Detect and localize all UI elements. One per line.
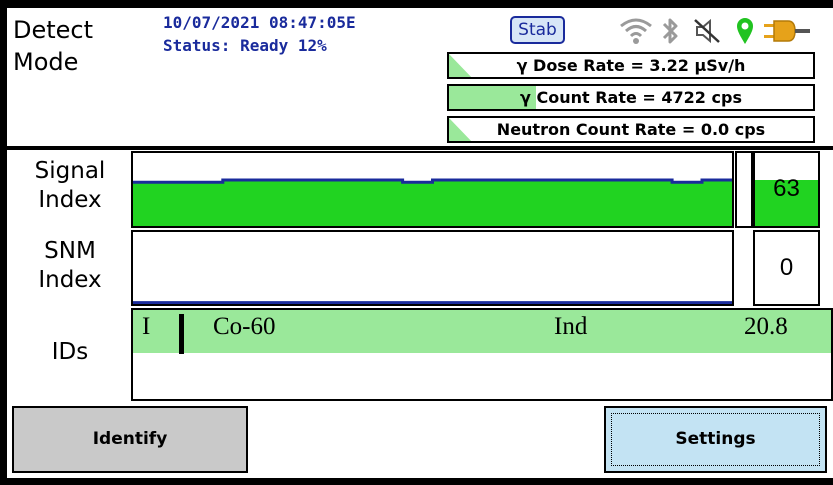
stabilization-badge: Stab <box>510 16 565 44</box>
signal-index-label-line2: Index <box>38 187 102 213</box>
id-category: Ind <box>554 313 588 340</box>
snm-index-value-box: 0 <box>753 230 820 306</box>
settings-button[interactable]: Settings <box>604 406 827 473</box>
neutron-count-rate-box: Neutron Count Rate = 0.0 cps <box>447 116 815 143</box>
signal-level-frame <box>735 151 753 228</box>
id-nuclide: Co-60 <box>213 313 276 340</box>
mode-title-line1: Detect <box>13 16 94 44</box>
signal-index-history <box>133 178 732 226</box>
snm-index-label-line2: Index <box>38 267 102 293</box>
signal-index-label: Signal Index <box>7 157 133 215</box>
snm-index-history <box>133 301 732 304</box>
wifi-icon <box>620 18 652 44</box>
signal-index-value-box: 63 <box>753 151 820 228</box>
signal-history-area <box>133 180 732 226</box>
id-list-item[interactable]: I Co-60 Ind 20.8 <box>133 310 831 354</box>
ids-list: I Co-60 Ind 20.8 <box>131 308 833 401</box>
mode-title-line2: Mode <box>13 48 79 76</box>
snm-index-label: SNM Index <box>7 237 133 295</box>
bluetooth-icon <box>662 18 678 44</box>
snm-index-graph <box>131 230 734 306</box>
focus-outline <box>611 413 820 466</box>
power-plug-icon <box>764 20 810 42</box>
gamma-dose-rate-box: γ Dose Rate = 3.22 µSv/h <box>447 52 815 79</box>
datetime-readout: 10/07/2021 08:47:05E <box>163 13 356 32</box>
id-row-marker <box>179 314 184 354</box>
id-flag: I <box>142 313 151 340</box>
mode-title: Detect Mode <box>13 14 93 78</box>
status-readout: Status: Ready 12% <box>163 36 327 55</box>
gamma-dose-rate-text: γ Dose Rate = 3.22 µSv/h <box>516 56 746 75</box>
location-pin-icon <box>737 18 753 44</box>
signal-index-graph <box>131 151 734 228</box>
gamma-count-rate-box: γ Count Rate = 4722 cps <box>447 84 815 111</box>
snm-index-value: 0 <box>779 254 794 281</box>
id-confidence: 20.8 <box>744 313 788 340</box>
snm-index-label-line1: SNM <box>44 238 96 264</box>
gamma-count-rate-text: γ Count Rate = 4722 cps <box>520 88 742 107</box>
identify-button[interactable]: Identify <box>12 406 248 473</box>
signal-index-value: 63 <box>773 175 800 202</box>
ids-label: IDs <box>51 339 89 365</box>
neutron-count-rate-text: Neutron Count Rate = 0.0 cps <box>496 120 766 139</box>
signal-index-label-line1: Signal <box>34 158 106 184</box>
header-divider <box>7 146 833 150</box>
speaker-muted-icon <box>694 18 720 44</box>
device-screen: Detect Mode 10/07/2021 08:47:05E Status:… <box>0 0 833 485</box>
